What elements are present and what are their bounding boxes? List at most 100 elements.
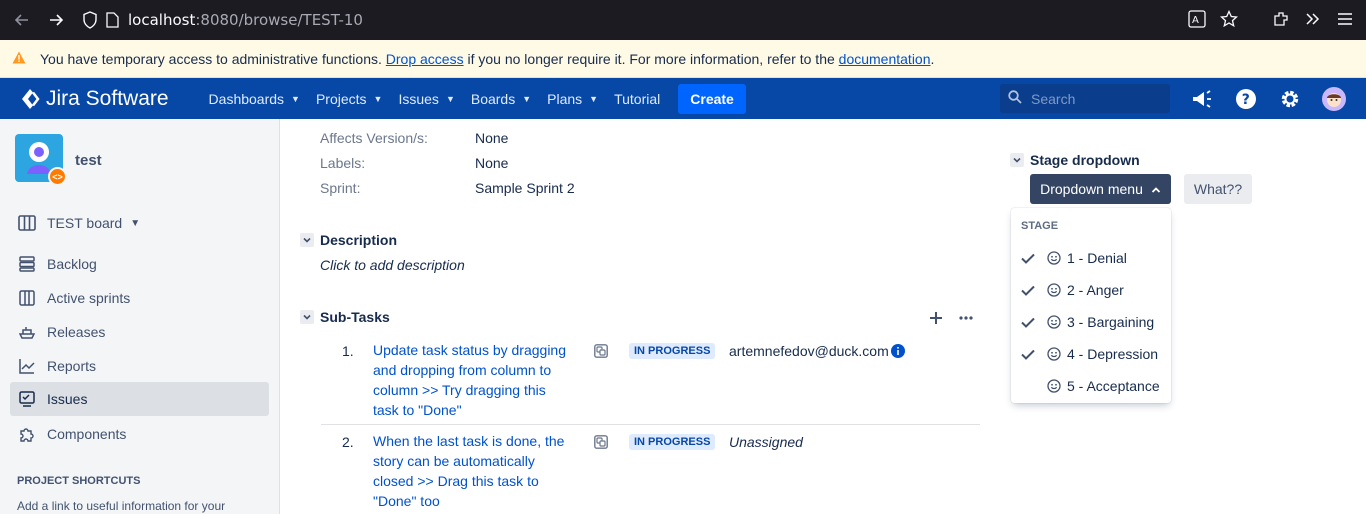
svg-text:?: ? bbox=[1242, 92, 1250, 108]
forward-icon[interactable] bbox=[46, 10, 66, 30]
project-sidebar: <> test TEST board ▼ Backlog Active spri… bbox=[0, 119, 280, 514]
top-nav: Dashboards ▼ Projects ▼ Issues ▼ Boards ▼ Pl… bbox=[209, 83, 746, 114]
admin-access-banner: You have temporary access to administrat… bbox=[0, 40, 1366, 78]
sidebar-item-releases[interactable]: Releases bbox=[10, 315, 269, 349]
stage-option-anger[interactable]: 2 - Anger bbox=[1011, 274, 1171, 306]
nav-plans[interactable]: Plans ▼ bbox=[547, 91, 598, 107]
dropdown-menu-label: Dropdown menu bbox=[1040, 181, 1143, 197]
url-path: :8080/browse/TEST-10 bbox=[195, 11, 363, 29]
sidebar-item-label: Active sprints bbox=[47, 290, 131, 306]
dropdown-menu-button[interactable]: Dropdown menu bbox=[1030, 174, 1171, 204]
stage-menu-heading: STAGE bbox=[1021, 220, 1059, 232]
subtask-summary-line: story can be automatically bbox=[373, 453, 535, 469]
stage-option-acceptance[interactable]: 5 - Acceptance bbox=[1011, 370, 1171, 402]
more-actions-icon[interactable] bbox=[958, 310, 974, 329]
subtasks-toggle[interactable] bbox=[300, 310, 314, 324]
stage-option-label: 1 - Denial bbox=[1067, 250, 1127, 266]
subtask-number: 1. bbox=[342, 343, 354, 359]
shield-icon[interactable] bbox=[82, 11, 98, 32]
checkmark-icon bbox=[1021, 317, 1035, 328]
jira-header: Jira Software Dashboards ▼ Projects ▼ Issu… bbox=[0, 78, 1366, 119]
subtask-number: 2. bbox=[342, 434, 354, 450]
status-badge[interactable]: IN PROGRESS bbox=[629, 343, 716, 359]
subtask-summary-line: "Done" too bbox=[373, 493, 440, 509]
labels-value[interactable]: None bbox=[475, 155, 508, 171]
affects-version-label: Affects Version/s: bbox=[320, 130, 428, 146]
nav-issues-label: Issues bbox=[398, 90, 439, 107]
subtask-summary-link[interactable]: When the last task is done, the story ca… bbox=[373, 431, 573, 511]
sidebar-item-active-sprints[interactable]: Active sprints bbox=[10, 281, 269, 315]
stage-option-bargaining[interactable]: 3 - Bargaining bbox=[1011, 306, 1171, 338]
back-icon[interactable] bbox=[12, 10, 32, 30]
sidebar-item-issues[interactable]: Issues bbox=[10, 382, 269, 416]
board-switcher[interactable]: TEST board ▼ bbox=[10, 206, 269, 240]
subtask-summary-line: When the last task is done, the bbox=[373, 433, 565, 449]
overflow-chevron-icon[interactable] bbox=[1304, 10, 1322, 31]
chevron-down-icon bbox=[303, 237, 311, 243]
stage-option-depression[interactable]: 4 - Depression bbox=[1011, 338, 1171, 370]
info-icon[interactable] bbox=[891, 344, 905, 361]
stage-option-denial[interactable]: 1 - Denial bbox=[1011, 242, 1171, 274]
jira-logo[interactable]: Jira Software bbox=[20, 87, 169, 111]
what-button[interactable]: What?? bbox=[1184, 174, 1252, 204]
chart-icon bbox=[17, 356, 37, 376]
description-placeholder[interactable]: Click to add description bbox=[320, 257, 465, 273]
documentation-link[interactable]: documentation bbox=[839, 51, 931, 67]
search-input[interactable]: Search bbox=[1000, 84, 1170, 113]
notifications-megaphone-icon[interactable] bbox=[1190, 87, 1214, 111]
subtasks-heading: Sub-Tasks bbox=[320, 309, 390, 325]
description-heading: Description bbox=[320, 232, 398, 248]
sidebar-item-label: Reports bbox=[47, 358, 97, 374]
subtask-summary-line: and dropping from column to bbox=[373, 362, 552, 378]
chevron-down-icon: ▼ bbox=[373, 93, 383, 104]
description-toggle[interactable] bbox=[300, 233, 314, 247]
nav-boards[interactable]: Boards ▼ bbox=[471, 91, 531, 107]
stage-option-label: 4 - Depression bbox=[1067, 346, 1159, 362]
issues-icon bbox=[17, 389, 37, 409]
nav-projects[interactable]: Projects ▼ bbox=[316, 91, 383, 107]
chevron-down-icon bbox=[303, 314, 311, 320]
product-name: Jira Software bbox=[46, 86, 169, 110]
sidebar-item-components[interactable]: Components bbox=[10, 417, 269, 451]
translate-icon[interactable]: A bbox=[1188, 10, 1206, 31]
stage-dropdown-menu: STAGE 1 - Denial 2 - Anger 3 - Bargainin… bbox=[1011, 208, 1171, 403]
user-avatar[interactable] bbox=[1322, 87, 1346, 111]
url-bar[interactable]: localhost:8080/browse/TEST-10 bbox=[128, 11, 363, 29]
affects-version-value[interactable]: None bbox=[475, 130, 508, 146]
create-button[interactable]: Create bbox=[678, 83, 746, 114]
stage-toggle[interactable] bbox=[1010, 153, 1024, 167]
hamburger-menu-icon[interactable] bbox=[1336, 10, 1354, 31]
nav-issues[interactable]: Issues ▼ bbox=[398, 91, 454, 107]
subtask-type-icon bbox=[594, 435, 608, 452]
chevron-up-icon bbox=[1151, 181, 1161, 197]
sidebar-item-backlog[interactable]: Backlog bbox=[10, 247, 269, 281]
chevron-down-icon: ▼ bbox=[130, 217, 141, 229]
stage-option-label: 5 - Acceptance bbox=[1067, 378, 1160, 394]
subtask-summary-link[interactable]: Update task status by dragging and dropp… bbox=[373, 340, 573, 420]
chevron-down-icon bbox=[1013, 157, 1021, 163]
subtask-divider bbox=[321, 424, 980, 425]
assignee: artemnefedov@duck.com bbox=[729, 343, 889, 359]
banner-text-1: You have temporary access to administrat… bbox=[40, 50, 382, 67]
sprint-label: Sprint: bbox=[320, 180, 361, 196]
subtask-summary-line: Update task status by dragging bbox=[373, 342, 567, 358]
drop-access-link[interactable]: Drop access bbox=[386, 51, 464, 67]
status-badge[interactable]: IN PROGRESS bbox=[629, 434, 716, 450]
nav-dashboards[interactable]: Dashboards ▼ bbox=[209, 91, 300, 107]
extensions-icon[interactable] bbox=[1272, 10, 1290, 31]
chevron-down-icon: ▼ bbox=[445, 93, 455, 104]
puzzle-icon bbox=[17, 424, 37, 444]
sidebar-item-reports[interactable]: Reports bbox=[10, 349, 269, 383]
nav-tutorial[interactable]: Tutorial bbox=[614, 91, 660, 107]
checkmark-icon bbox=[1021, 349, 1035, 360]
settings-gear-icon[interactable] bbox=[1278, 87, 1302, 111]
sidebar-item-label: Backlog bbox=[47, 256, 97, 272]
sprint-value[interactable]: Sample Sprint 2 bbox=[475, 180, 575, 196]
assignee: Unassigned bbox=[729, 434, 803, 450]
smiley-icon bbox=[1047, 315, 1061, 329]
star-icon[interactable] bbox=[1219, 9, 1239, 31]
sidebar-item-label: Components bbox=[47, 426, 127, 442]
warning-icon bbox=[12, 51, 26, 67]
help-icon[interactable]: ? bbox=[1234, 87, 1258, 111]
add-subtask-plus-icon[interactable] bbox=[928, 310, 944, 329]
